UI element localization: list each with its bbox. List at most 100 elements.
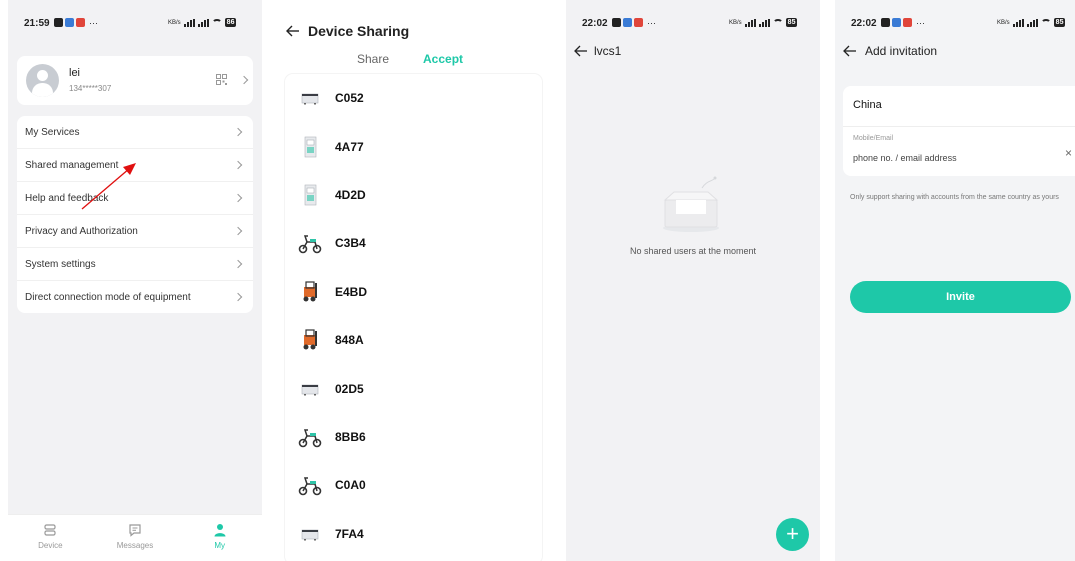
device-icon bbox=[44, 524, 56, 536]
menu-item-my-services[interactable]: My Services bbox=[17, 116, 253, 149]
scooter-icon bbox=[298, 235, 322, 254]
segmented-tabs: Share Accept bbox=[276, 52, 544, 66]
wifi-icon bbox=[1040, 18, 1051, 27]
header: lvcs1 bbox=[574, 44, 621, 58]
app-notification-icon bbox=[76, 18, 85, 27]
chevron-right-icon bbox=[233, 160, 243, 170]
list-item[interactable]: 8BB6 bbox=[285, 413, 542, 461]
country-selector[interactable]: China bbox=[853, 99, 882, 111]
menu-item-label: Help and feedback bbox=[25, 193, 109, 204]
device-list: C052 4A77 4D2D C3B4 E4BD 848A 02D5 8BB6 bbox=[285, 74, 542, 561]
notification-icons: ··· bbox=[612, 18, 656, 28]
back-arrow-icon[interactable] bbox=[286, 24, 300, 38]
tab-my[interactable]: My bbox=[177, 515, 262, 561]
add-invitation-screen: 22:02 ··· KB/s 85 Add invitation China M… bbox=[835, 0, 1075, 561]
empty-state-text: No shared users at the moment bbox=[629, 246, 757, 256]
status-time: 22:02 bbox=[582, 18, 608, 29]
list-item[interactable]: 848A bbox=[285, 316, 542, 364]
list-item[interactable]: C0A0 bbox=[285, 461, 542, 509]
list-item[interactable]: E4BD bbox=[285, 268, 542, 316]
avatar[interactable] bbox=[26, 64, 59, 97]
chevron-right-icon bbox=[233, 127, 243, 137]
bottom-tab-bar: Device Messages My bbox=[8, 514, 262, 561]
app-notification-icon bbox=[903, 18, 912, 27]
clear-icon[interactable]: × bbox=[1065, 146, 1072, 160]
status-bar: 22:02 ··· KB/s 85 bbox=[566, 16, 820, 32]
app-notification-icon bbox=[892, 18, 901, 27]
chevron-right-icon bbox=[233, 259, 243, 269]
list-item[interactable]: 4D2D bbox=[285, 171, 542, 219]
status-right: KB/s 86 bbox=[168, 18, 237, 27]
page-title: Add invitation bbox=[865, 44, 938, 58]
person-icon bbox=[214, 524, 226, 537]
battery-icon: 86 bbox=[224, 18, 237, 27]
forklift-icon bbox=[303, 329, 317, 350]
device-name: C0A0 bbox=[335, 478, 366, 493]
app-notification-icon bbox=[65, 18, 74, 27]
status-time: 21:59 bbox=[24, 18, 50, 29]
device-name: 848A bbox=[335, 333, 364, 348]
app-notification-icon bbox=[881, 18, 890, 27]
menu-item-help-feedback[interactable]: Help and feedback bbox=[17, 182, 253, 215]
chevron-right-icon bbox=[233, 292, 243, 302]
menu-item-label: Privacy and Authorization bbox=[25, 226, 138, 237]
device-name: C052 bbox=[335, 91, 364, 106]
tab-label: Device bbox=[38, 541, 63, 550]
list-item[interactable]: C052 bbox=[285, 74, 542, 122]
field-label: Mobile/Email bbox=[853, 135, 894, 142]
add-user-button[interactable]: + bbox=[776, 518, 809, 551]
charging-cabinet-icon bbox=[304, 136, 317, 157]
page-title: Device Sharing bbox=[308, 23, 410, 39]
network-speed-icon: KB/s bbox=[729, 19, 742, 26]
menu-item-shared-management[interactable]: Shared management bbox=[17, 149, 253, 182]
network-speed-icon: KB/s bbox=[997, 19, 1010, 26]
status-right: KB/s 85 bbox=[997, 18, 1066, 27]
menu-item-system-settings[interactable]: System settings bbox=[17, 248, 253, 281]
menu-item-label: My Services bbox=[25, 127, 80, 138]
tab-share[interactable]: Share bbox=[357, 52, 389, 66]
profile-card[interactable]: lei 134*****307 bbox=[17, 56, 253, 105]
device-name: E4BD bbox=[335, 284, 368, 299]
tab-device[interactable]: Device bbox=[8, 515, 93, 561]
more-notifications-icon: ··· bbox=[647, 18, 656, 28]
invite-button[interactable]: Invite bbox=[850, 281, 1071, 313]
signal-icon bbox=[1026, 18, 1038, 27]
chevron-right-icon bbox=[233, 226, 243, 236]
hint-text: Only support sharing with accounts from … bbox=[850, 194, 1059, 201]
profile-phone: 134*****307 bbox=[69, 84, 112, 93]
list-item[interactable]: C3B4 bbox=[285, 219, 542, 267]
device-name: 4A77 bbox=[335, 139, 364, 154]
page-title: lvcs1 bbox=[594, 44, 622, 58]
tab-accept[interactable]: Accept bbox=[423, 52, 463, 66]
header: Device Sharing bbox=[286, 20, 544, 42]
more-notifications-icon: ··· bbox=[916, 18, 925, 28]
menu-item-label: Direct connection mode of equipment bbox=[25, 292, 191, 303]
battery-unit-icon bbox=[301, 529, 319, 541]
wifi-icon bbox=[772, 18, 783, 27]
list-item[interactable]: 02D5 bbox=[285, 364, 542, 412]
app-notification-icon bbox=[612, 18, 621, 27]
qr-code-icon[interactable] bbox=[216, 74, 227, 85]
charging-cabinet-icon bbox=[304, 184, 317, 206]
app-notification-icon bbox=[623, 18, 632, 27]
my-profile-screen: 21:59 ··· KB/s 86 lei 134*****307 My Ser… bbox=[8, 0, 262, 561]
profile-name: lei bbox=[69, 67, 81, 79]
signal-icon bbox=[183, 18, 195, 27]
list-item[interactable]: 4A77 bbox=[285, 122, 542, 170]
mobile-email-input[interactable] bbox=[853, 153, 1043, 163]
settings-menu: My Services Shared management Help and f… bbox=[17, 116, 253, 313]
tab-messages[interactable]: Messages bbox=[93, 515, 178, 561]
signal-icon bbox=[744, 18, 756, 27]
invitation-form: China Mobile/Email × bbox=[843, 86, 1075, 176]
list-item[interactable]: 7FA4 bbox=[285, 510, 542, 558]
battery-unit-icon bbox=[301, 93, 319, 105]
back-arrow-icon[interactable] bbox=[574, 44, 588, 58]
menu-item-privacy[interactable]: Privacy and Authorization bbox=[17, 215, 253, 248]
menu-item-label: Shared management bbox=[25, 160, 119, 171]
status-bar: 21:59 ··· KB/s 86 bbox=[8, 16, 262, 32]
back-arrow-icon[interactable] bbox=[843, 44, 857, 58]
chevron-right-icon bbox=[233, 193, 243, 203]
chevron-right-icon bbox=[239, 75, 249, 85]
menu-item-direct-connection[interactable]: Direct connection mode of equipment bbox=[17, 281, 253, 314]
wifi-icon bbox=[211, 18, 222, 27]
